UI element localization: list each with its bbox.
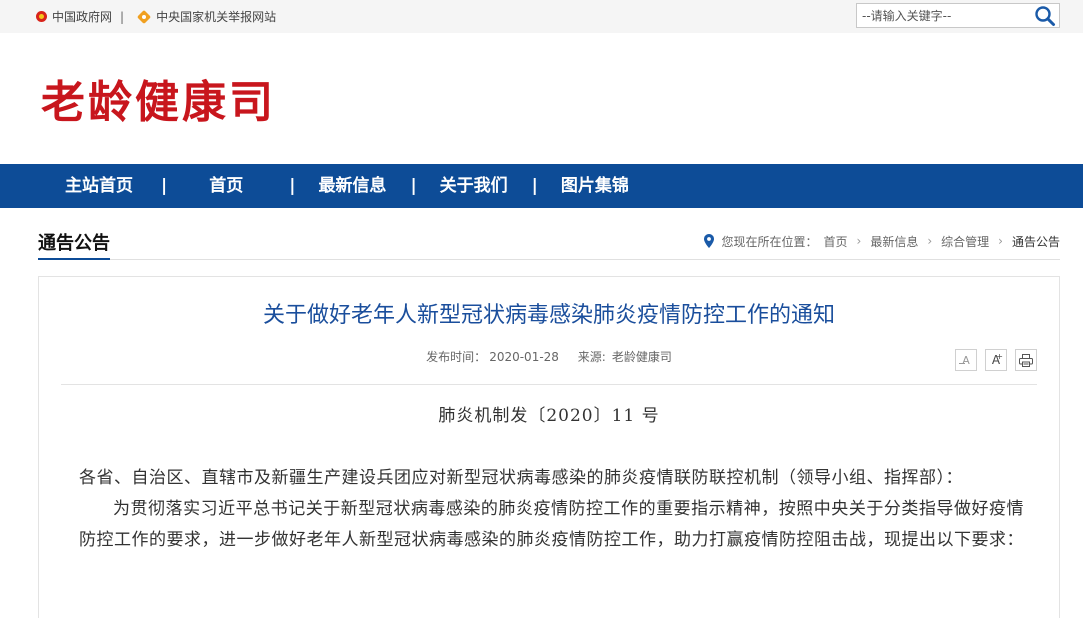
breadcrumb-latest-news[interactable]: 最新信息 <box>870 233 918 250</box>
article-title: 关于做好老年人新型冠状病毒感染肺炎疫情防控工作的通知 <box>262 303 835 328</box>
site-title[interactable]: 老龄健康司 <box>41 75 276 131</box>
breadcrumb-prefix: 您现在所在位置： <box>721 234 818 249</box>
breadcrumb-general-management[interactable]: 综合管理 <box>941 233 989 250</box>
nav-item-home[interactable]: 首页 <box>209 164 243 208</box>
font-smaller-icon: A <box>962 353 970 367</box>
nav-item-latest-news[interactable]: 最新信息 <box>318 164 386 208</box>
nav-item-photo-gallery[interactable]: 图片集锦 <box>561 164 629 208</box>
site-header: 老龄健康司 <box>0 33 1083 164</box>
location-pin-icon <box>704 234 715 248</box>
publish-date-label: 发布时间： <box>426 350 487 364</box>
top-links: 中国政府网 | 中央国家机关举报网站 <box>36 0 276 33</box>
main-nav: 主站首页 | 首页 | 最新信息 | 关于我们 | 图片集锦 <box>0 164 1083 208</box>
nav-item-main-site[interactable]: 主站首页 <box>65 164 133 208</box>
top-link-separator: | <box>120 9 125 24</box>
breadcrumb-home[interactable]: 首页 <box>824 233 848 250</box>
chevron-right-icon: › <box>998 234 1003 248</box>
nav-item-about-us[interactable]: 关于我们 <box>440 164 508 208</box>
link-gov-portal[interactable]: 中国政府网 <box>36 8 112 25</box>
search-icon[interactable] <box>1033 5 1057 27</box>
section-title: 通告公告 <box>38 233 110 260</box>
breadcrumb-notices[interactable]: 通告公告 <box>1012 233 1060 250</box>
national-emblem-icon <box>36 11 47 22</box>
document-number: 肺炎机制发〔2020〕11 号 <box>438 406 660 426</box>
report-icon <box>138 11 150 23</box>
source-value: 老龄健康司 <box>611 350 672 364</box>
article-panel: 关于做好老年人新型冠状病毒感染肺炎疫情防控工作的通知 发布时间： 2020-01-… <box>38 276 1060 618</box>
nav-separator: | <box>531 176 538 196</box>
article-paragraph: 为贯彻落实习近平总书记关于新型冠状病毒感染的肺炎疫情防控工作的重要指示精神，按照… <box>79 499 1024 550</box>
font-smaller-button[interactable]: A <box>955 349 977 371</box>
publish-date: 2020-01-28 <box>489 350 559 364</box>
search-input[interactable] <box>857 4 1033 27</box>
article-meta: 发布时间： 2020-01-28 来源: 老龄健康司 <box>39 349 1059 365</box>
chevron-right-icon: › <box>927 234 933 248</box>
font-larger-plus: + <box>996 352 1003 361</box>
article-header-divider <box>61 384 1037 385</box>
source-label: 来源: <box>577 350 606 364</box>
link-report-site-label: 中央国家机关举报网站 <box>156 10 277 24</box>
section-divider <box>38 259 1060 260</box>
nav-separator: | <box>410 176 417 196</box>
article-paragraph: 各省、自治区、直辖市及新疆生产建设兵团应对新型冠状病毒感染的肺炎疫情联防联控机制… <box>79 468 963 488</box>
article-body: 各省、自治区、直辖市及新疆生产建设兵团应对新型冠状病毒感染的肺炎疫情联防联控机制… <box>79 463 1024 556</box>
link-report-site[interactable]: 中央国家机关举报网站 <box>138 8 276 25</box>
nav-separator: | <box>289 176 296 196</box>
nav-separator: | <box>161 176 168 196</box>
chevron-right-icon: › <box>856 234 862 248</box>
printer-icon <box>1019 353 1033 367</box>
search-box <box>856 3 1060 28</box>
article-tools: A A + <box>947 349 1037 371</box>
top-utility-bar: 中国政府网 | 中央国家机关举报网站 <box>0 0 1083 33</box>
breadcrumb: 您现在所在位置： 首页 › 最新信息 › 综合管理 › 通告公告 <box>704 232 1060 250</box>
font-larger-button[interactable]: A + <box>985 349 1007 371</box>
print-button[interactable] <box>1015 349 1037 371</box>
link-gov-portal-label: 中国政府网 <box>52 10 113 24</box>
